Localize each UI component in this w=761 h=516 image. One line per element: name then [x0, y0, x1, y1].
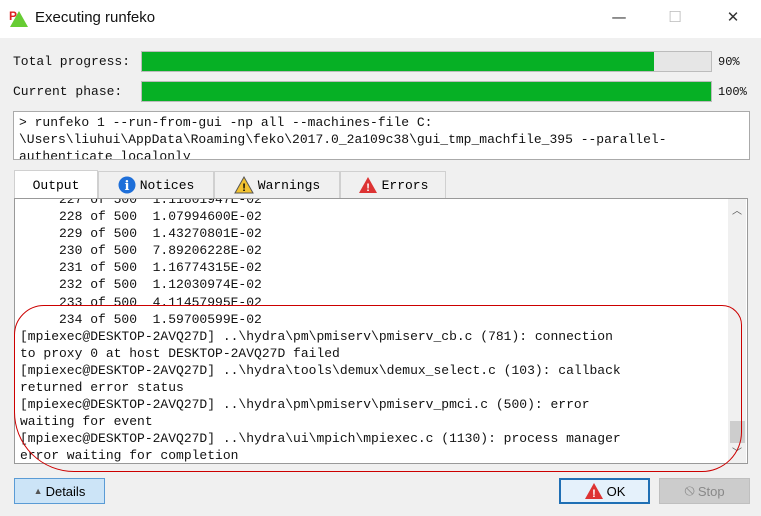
tab-label: Errors — [381, 177, 429, 193]
error-icon: ! — [358, 177, 377, 194]
stop-label: Stop — [697, 483, 725, 499]
output-line: 228 of 500 1.07994600E-02 — [20, 209, 262, 225]
scroll-down-icon[interactable]: ﹀ — [732, 444, 742, 460]
stop-icon: ⦸ — [684, 482, 695, 499]
output-line: 233 of 500 4.11457995E-02 — [20, 294, 262, 310]
svg-text:i: i — [124, 179, 129, 194]
details-button[interactable]: ▲ Details — [14, 478, 105, 504]
scrollbar-thumb[interactable] — [730, 421, 745, 443]
minimize-button[interactable]: — — [604, 8, 634, 26]
window-title: Executing runfeko — [35, 9, 156, 26]
feko-app-icon: P — [9, 9, 28, 27]
output-line: 232 of 500 1.12030974E-02 — [20, 277, 262, 293]
total-progress-bar — [141, 51, 712, 72]
current-phase-label: Current phase: — [13, 84, 123, 99]
output-line: [mpiexec@DESKTOP-2AVQ27D] ..\hydra\tools… — [20, 362, 621, 378]
info-icon: i — [118, 176, 136, 194]
output-line: waiting for event — [20, 414, 153, 430]
output-line: to proxy 0 at host DESKTOP-2AVQ27D faile… — [20, 345, 340, 361]
tab-label: Notices — [139, 177, 195, 193]
output-line: 231 of 500 1.16774315E-02 — [20, 260, 262, 276]
tab-label: Output — [32, 177, 80, 193]
output-line: returned error status — [20, 380, 184, 396]
current-phase-bar — [141, 81, 712, 102]
output-line: [mpiexec@DESKTOP-2AVQ27D] ..\hydra\pm\pm… — [20, 328, 613, 344]
total-progress-fill — [142, 52, 655, 71]
close-button[interactable]: ✕ — [718, 8, 748, 26]
vertical-scrollbar[interactable]: ︿ ﹀ — [728, 199, 746, 463]
maximize-button[interactable]: ☐ — [660, 8, 690, 26]
output-line: 227 of 500 1.11801947E-02 — [20, 198, 262, 207]
tab-notices[interactable]: i Notices — [98, 171, 214, 198]
output-line: 229 of 500 1.43270801E-02 — [20, 226, 262, 242]
tab-label: Warnings — [257, 177, 321, 193]
total-progress-label: Total progress: — [13, 54, 131, 69]
warning-icon: ! — [233, 176, 254, 194]
error-icon: ! — [584, 483, 603, 500]
output-line: [mpiexec@DESKTOP-2AVQ27D] ..\hydra\ui\mp… — [20, 431, 621, 447]
stop-button[interactable]: ⦸ Stop — [659, 478, 750, 504]
ok-button[interactable]: ! OK — [559, 478, 650, 504]
scroll-up-icon[interactable]: ︿ — [732, 202, 742, 218]
output-line: 230 of 500 7.89206228E-02 — [20, 243, 262, 259]
svg-text:!: ! — [240, 183, 247, 194]
tab-errors[interactable]: ! Errors — [340, 171, 446, 198]
output-log[interactable]: 227 of 500 1.11801947E-02 228 of 500 1.0… — [14, 198, 748, 464]
svg-text:!: ! — [592, 488, 596, 500]
svg-text:P: P — [9, 9, 17, 23]
triangle-up-icon: ▲ — [33, 486, 43, 496]
output-lines: 227 of 500 1.11801947E-02 228 of 500 1.0… — [20, 198, 621, 464]
svg-text:!: ! — [364, 183, 371, 194]
tab-warnings[interactable]: ! Warnings — [214, 171, 340, 198]
title-bar: P Executing runfeko — ☐ ✕ — [0, 0, 761, 38]
output-line: error waiting for completion — [20, 448, 239, 464]
output-line: 234 of 500 1.59700599E-02 — [20, 311, 262, 327]
output-line: [mpiexec@DESKTOP-2AVQ27D] ..\hydra\pm\pm… — [20, 397, 590, 413]
command-line-box: > runfeko 1 --run-from-gui -np all --mac… — [13, 111, 750, 160]
tab-output[interactable]: Output — [14, 170, 98, 199]
current-phase-fill — [142, 82, 711, 101]
current-phase-percent: 100% — [718, 85, 747, 99]
details-label: Details — [45, 483, 86, 499]
total-progress-percent: 90% — [718, 55, 740, 69]
ok-label: OK — [606, 483, 626, 499]
